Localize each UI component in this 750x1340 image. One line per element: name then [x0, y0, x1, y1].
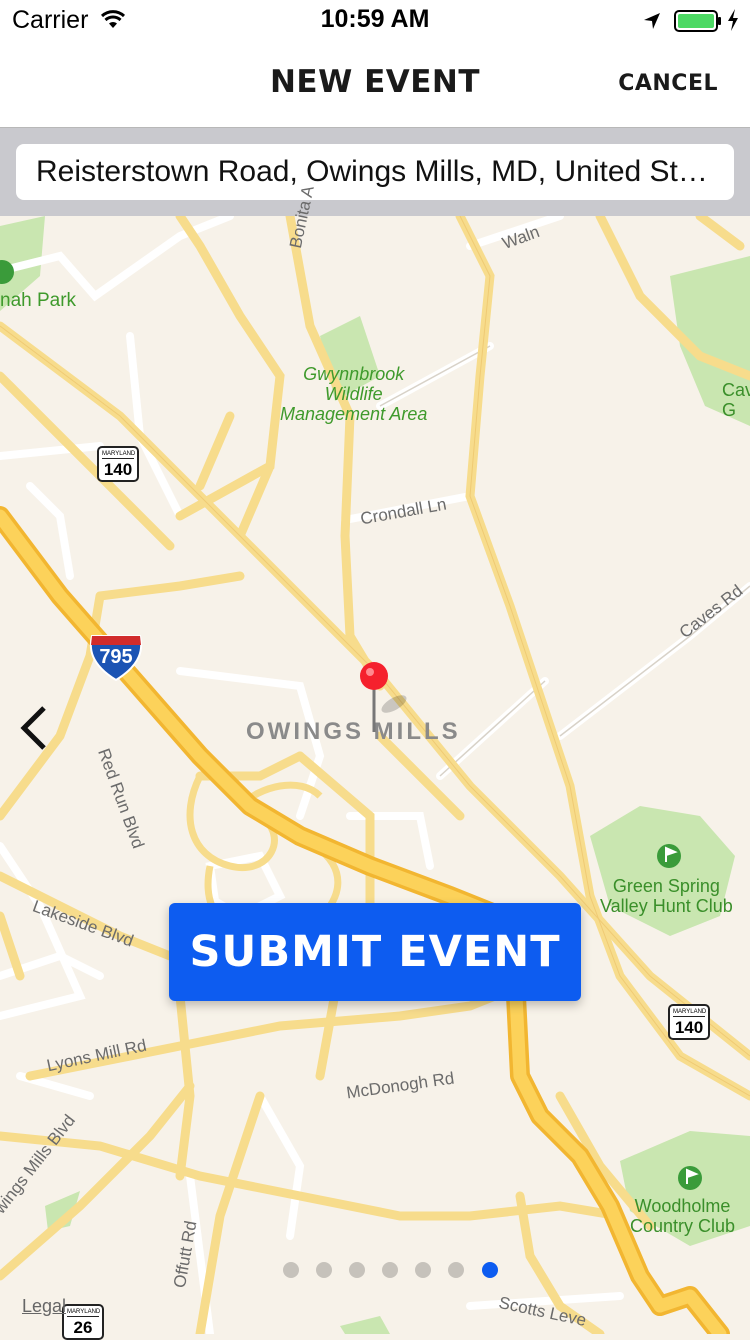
interstate-shield: 795 — [88, 634, 144, 682]
legal-link[interactable]: Legal — [22, 1296, 66, 1317]
page-dot[interactable] — [448, 1262, 465, 1278]
shield-number: 795 — [99, 646, 133, 668]
address-field[interactable] — [16, 144, 734, 200]
map-label-poi: nah Park — [0, 290, 77, 311]
location-arrow-icon — [642, 9, 662, 37]
map-label-poi: Cav G — [722, 380, 750, 420]
clock: 10:59 AM — [320, 5, 430, 33]
shield-state: MARYLAND — [673, 1009, 707, 1017]
route-shield: MARYLAND 140 — [97, 446, 139, 482]
map-label-poi: Gwynnbrook Wildlife Management Area — [280, 364, 428, 424]
town-label: OWINGS MILLS — [246, 718, 461, 745]
map-view[interactable]: nah Park Gwynnbrook Wildlife Management … — [0, 184, 750, 1340]
page-indicator[interactable] — [283, 1262, 498, 1278]
route-shield: MARYLAND 26 — [62, 1304, 104, 1340]
page-dot[interactable] — [283, 1262, 299, 1278]
page-dot[interactable] — [349, 1262, 366, 1278]
page-dot-active[interactable] — [481, 1262, 498, 1278]
map-label-poi: Woodholme Country Club — [630, 1196, 736, 1236]
shield-state: MARYLAND — [102, 451, 136, 459]
submit-event-button[interactable]: SUBMIT EVENT — [169, 903, 581, 1001]
search-bar — [0, 128, 750, 216]
page-dot[interactable] — [415, 1262, 432, 1278]
map-label-poi: Green Spring Valley Hunt Club — [600, 876, 733, 916]
shield-number: 140 — [103, 460, 133, 479]
charging-icon — [726, 8, 740, 38]
shield-number: 26 — [73, 1318, 93, 1337]
page-dot[interactable] — [316, 1262, 333, 1278]
cancel-button[interactable]: CANCEL — [618, 71, 718, 96]
navigation-bar: NEW EVENT CANCEL — [0, 40, 750, 128]
shield-number: 140 — [674, 1018, 704, 1037]
status-bar: Carrier 10:59 AM — [0, 0, 750, 40]
page-dot[interactable] — [382, 1262, 399, 1278]
shield-state: MARYLAND — [67, 1309, 101, 1317]
route-shield: MARYLAND 140 — [668, 1004, 710, 1040]
battery-icon — [674, 10, 722, 38]
